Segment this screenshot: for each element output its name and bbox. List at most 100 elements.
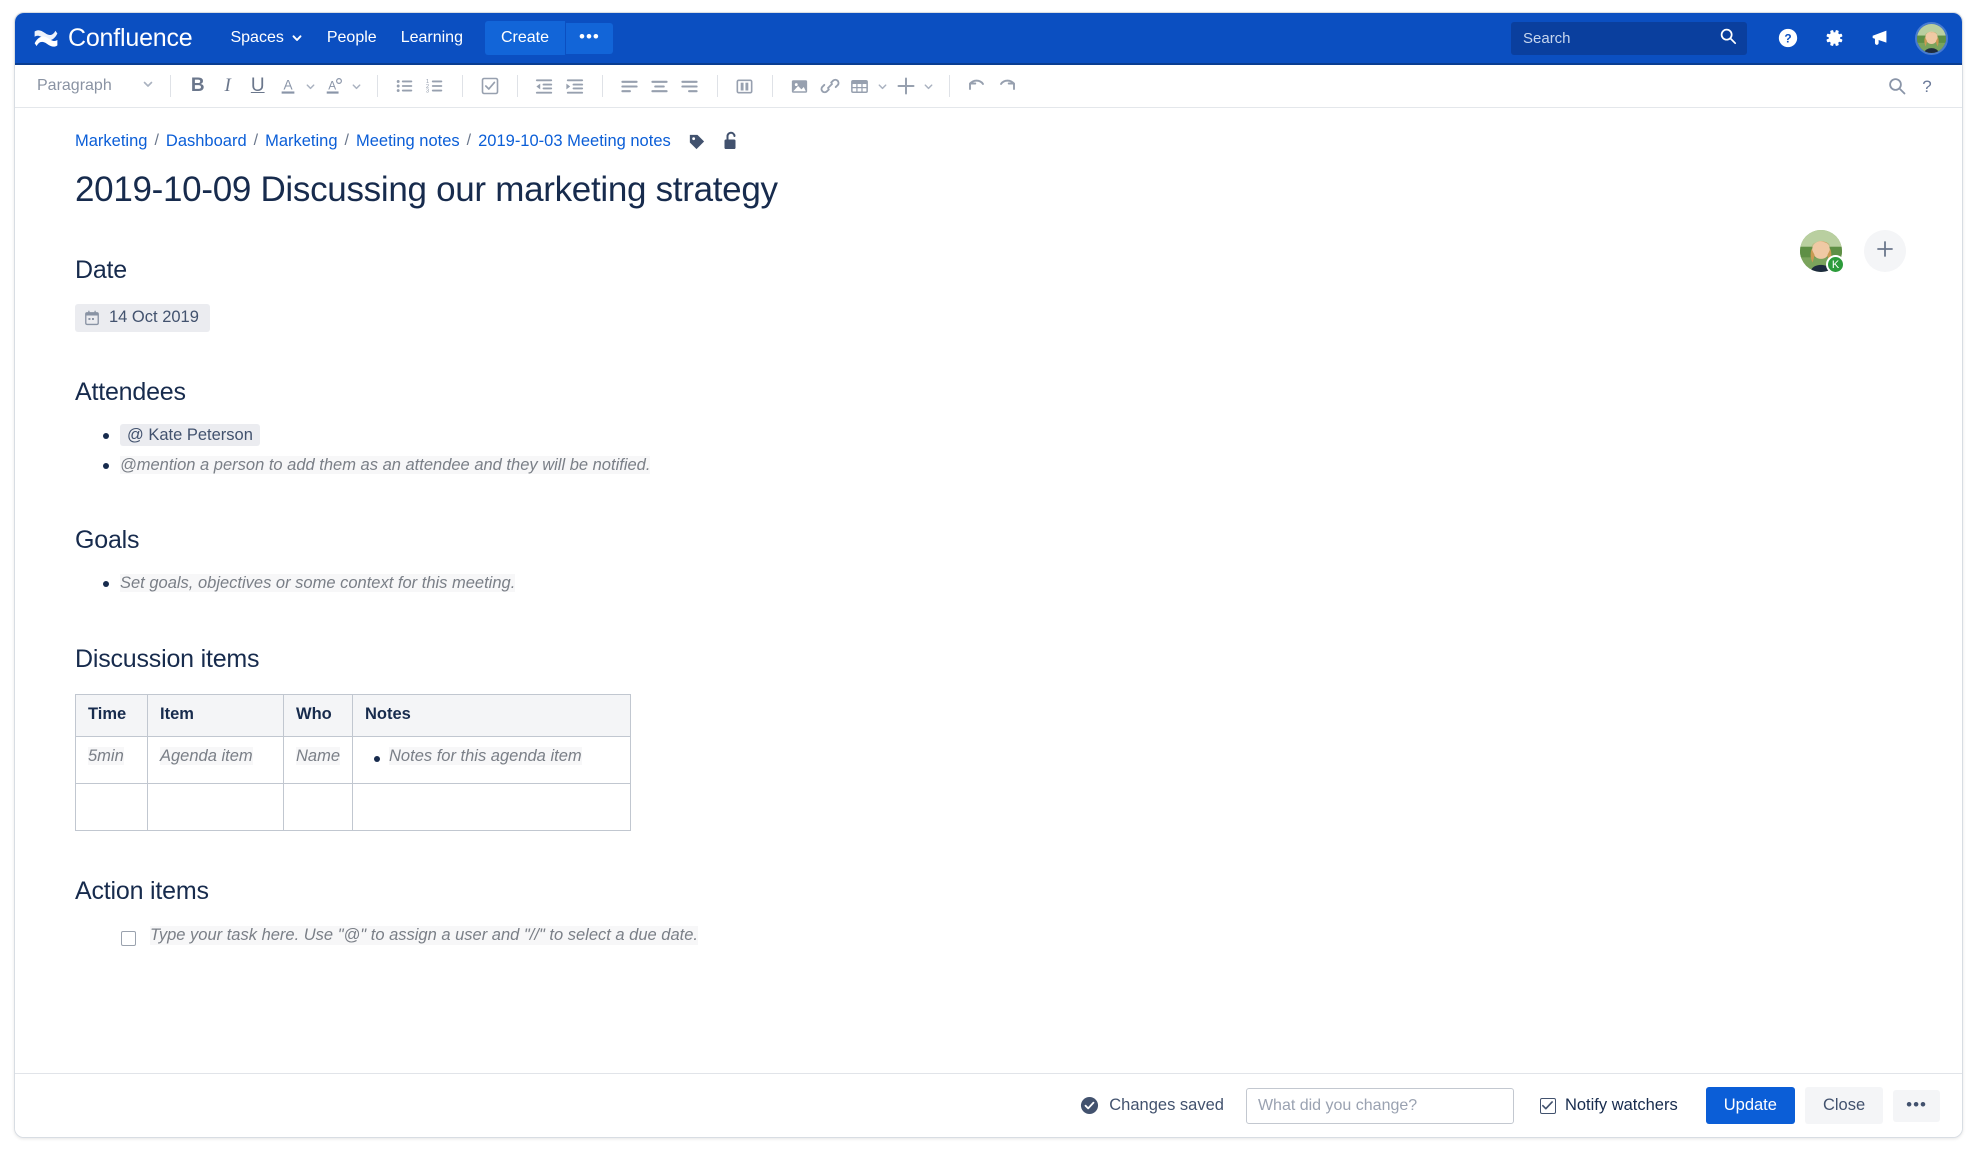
search-icon — [1719, 27, 1737, 50]
text-color-button[interactable]: A — [273, 71, 303, 101]
cell-item[interactable]: Agenda item — [147, 735, 284, 784]
list-item[interactable]: @ Kate Peterson — [103, 421, 1902, 451]
toolbar-divider — [771, 75, 773, 97]
table-row[interactable] — [75, 782, 632, 831]
find-replace-button[interactable] — [1882, 71, 1912, 101]
help-icon[interactable]: ? — [1771, 21, 1805, 55]
breadcrumb-item-0[interactable]: Marketing — [75, 132, 147, 151]
browser-window: Confluence Spaces People Learning Create… — [14, 12, 1963, 1138]
highlight-color-caret-icon[interactable] — [349, 72, 365, 100]
action-item-row[interactable]: Type your task here. Use "@" to assign a… — [75, 925, 1902, 946]
date-chip[interactable]: 14 Oct 2019 — [75, 304, 210, 332]
tag-icon[interactable] — [687, 132, 706, 151]
settings-gear-icon[interactable] — [1817, 21, 1851, 55]
nav-item-learning[interactable]: Learning — [389, 22, 475, 54]
cell-item-value: Agenda item — [160, 746, 253, 765]
bullet-list-button[interactable] — [390, 71, 420, 101]
table-row[interactable]: 5min Agenda item Name Notes for this age… — [75, 735, 632, 784]
mention-chip[interactable]: @ Kate Peterson — [120, 424, 260, 446]
task-checkbox[interactable] — [121, 930, 136, 946]
column-header-item: Item — [147, 693, 284, 737]
cell-item[interactable] — [147, 782, 284, 831]
collaborator-avatar[interactable]: K — [1800, 230, 1845, 274]
insert-link-button[interactable] — [815, 71, 845, 101]
cell-notes[interactable] — [352, 782, 632, 831]
notify-watchers-toggle[interactable]: Notify watchers — [1539, 1096, 1678, 1115]
toolbar-divider — [376, 75, 378, 97]
text-style-select[interactable]: Paragraph — [37, 77, 158, 95]
svg-text:3: 3 — [426, 89, 430, 95]
plus-icon — [1873, 237, 1897, 266]
unlocked-padlock-icon[interactable] — [722, 131, 740, 151]
breadcrumb-separator: / — [344, 132, 349, 149]
italic-button[interactable]: I — [213, 71, 243, 101]
outdent-button[interactable] — [530, 71, 560, 101]
task-list-button[interactable] — [475, 71, 505, 101]
brand-label: Confluence — [68, 23, 193, 52]
insert-table-button[interactable] — [845, 71, 875, 101]
breadcrumb-separator: / — [253, 132, 259, 149]
numbered-list-button[interactable]: 123 — [420, 71, 450, 101]
confluence-logo-icon — [33, 25, 59, 51]
align-left-button[interactable] — [615, 71, 645, 101]
heading-goals: Goals — [75, 526, 140, 555]
create-more-button[interactable]: ••• — [565, 22, 613, 54]
confluence-brand[interactable]: Confluence — [33, 23, 193, 53]
cell-time[interactable] — [75, 782, 148, 831]
discussion-items-table[interactable]: Time Item Who Notes 5min Agenda item Nam… — [75, 693, 632, 831]
page-layout-button[interactable] — [730, 71, 760, 101]
breadcrumb-item-1[interactable]: Dashboard — [166, 132, 247, 151]
breadcrumb-item-3[interactable]: Meeting notes — [356, 132, 460, 151]
breadcrumb: Marketing / Dashboard / Marketing / Meet… — [15, 108, 1962, 154]
chevron-down-icon — [291, 32, 303, 44]
list-item[interactable]: @mention a person to add them as an atte… — [103, 451, 1902, 481]
notify-watchers-checkbox[interactable] — [1539, 1097, 1556, 1114]
breadcrumb-item-2[interactable]: Marketing — [265, 132, 337, 151]
text-color-caret-icon[interactable] — [303, 72, 319, 100]
page-actions: K — [1800, 230, 1906, 274]
page-body[interactable]: 2019-10-09 Discussing our marketing stra… — [15, 170, 1962, 946]
footer-more-options-button[interactable]: ••• — [1893, 1089, 1940, 1122]
insert-more-button[interactable] — [891, 71, 921, 101]
indent-button[interactable] — [560, 71, 590, 101]
goals-list: Set goals, objectives or some context fo… — [75, 569, 1902, 599]
cell-who[interactable]: Name — [282, 735, 354, 784]
create-button[interactable]: Create — [484, 21, 565, 55]
task-placeholder: Type your task here. Use "@" to assign a… — [150, 925, 698, 945]
cell-notes-list: Notes for this agenda item — [365, 746, 618, 766]
highlight-color-button[interactable]: A — [319, 71, 349, 101]
toolbar-divider — [948, 75, 950, 97]
bold-button[interactable]: B — [183, 71, 213, 101]
heading-date: Date — [75, 256, 128, 284]
nav-item-people[interactable]: People — [315, 22, 389, 54]
align-right-button[interactable] — [675, 71, 705, 101]
user-avatar[interactable] — [1915, 21, 1948, 55]
update-button[interactable]: Update — [1705, 1087, 1795, 1124]
undo-button[interactable] — [962, 71, 992, 101]
list-item[interactable]: Set goals, objectives or some context fo… — [103, 569, 1902, 599]
page-title[interactable]: 2019-10-09 Discussing our marketing stra… — [75, 170, 1902, 210]
date-chip-value: 14 Oct 2019 — [109, 308, 199, 326]
check-circle-icon — [1080, 1096, 1099, 1115]
nav-item-learning-label: Learning — [400, 29, 463, 46]
close-button[interactable]: Close — [1804, 1087, 1884, 1124]
cell-who[interactable] — [282, 782, 354, 831]
search-input[interactable] — [1521, 28, 1719, 48]
notifications-megaphone-icon[interactable] — [1863, 21, 1897, 55]
align-center-button[interactable] — [645, 71, 675, 101]
cell-notes[interactable]: Notes for this agenda item — [352, 735, 632, 784]
change-comment-input[interactable] — [1245, 1087, 1514, 1124]
insert-image-button[interactable] — [785, 71, 815, 101]
editor-help-button[interactable]: ? — [1912, 71, 1942, 101]
breadcrumb-item-4[interactable]: 2019-10-03 Meeting notes — [478, 132, 671, 151]
global-search[interactable] — [1511, 21, 1747, 55]
cell-time[interactable]: 5min — [75, 735, 148, 784]
add-collaborator-button[interactable] — [1864, 230, 1906, 272]
insert-more-caret-icon[interactable] — [921, 72, 937, 100]
underline-button[interactable]: U — [243, 71, 273, 101]
insert-table-caret-icon[interactable] — [875, 72, 891, 100]
nav-item-spaces[interactable]: Spaces — [218, 22, 314, 54]
redo-button[interactable] — [992, 71, 1022, 101]
column-header-notes: Notes — [352, 693, 632, 737]
list-item[interactable]: Notes for this agenda item — [374, 746, 618, 766]
